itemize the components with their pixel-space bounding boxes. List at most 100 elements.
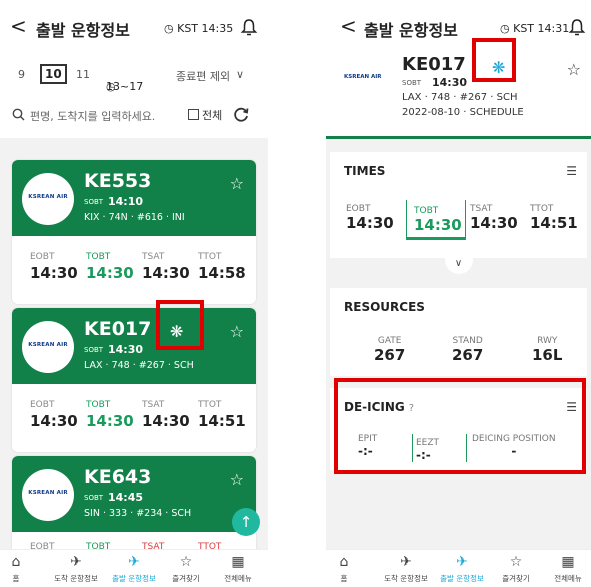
back-button[interactable]: < [340, 14, 357, 38]
flight-card-header: KSREAN AIR KE017 SOBT 14:30 LAX · 748 · … [12, 308, 256, 384]
nav-arrival[interactable]: ✈ 도착 운항정보 [381, 553, 431, 584]
eobt-col: EOBT 14:30 [30, 400, 78, 430]
refresh-icon[interactable] [232, 106, 250, 124]
page-title: 출발 운항정보 [364, 21, 458, 40]
nav-arrival-label: 도착 운항정보 [54, 574, 98, 583]
flight-route: KIX · 74N · #616 · INI [84, 212, 185, 223]
tsat-col: TSAT 14:30 [142, 400, 190, 430]
star-icon[interactable]: ☆ [230, 322, 244, 341]
chevron-down-icon[interactable]: ∨ [236, 68, 244, 81]
eobt-label: EOBT [30, 252, 55, 262]
list-search-icon[interactable]: ☰ [566, 164, 577, 178]
flight-card[interactable]: KSREAN AIR KE553 SOBT 14:10 KIX · 74N · … [12, 160, 256, 304]
stand-value: 267 [452, 346, 484, 364]
eobt-value: 14:30 [30, 412, 78, 430]
departure-list-screen: < 출발 운항정보 ◷ KST 14:35 9 10 11 ◷ 13~17 종료… [0, 0, 268, 587]
scroll-top-button[interactable]: ↑ [232, 508, 260, 536]
airline-logo: KSREAN AIR [22, 173, 74, 225]
ttot-value: 14:51 [198, 412, 246, 430]
grid-menu-icon: ▦ [561, 554, 575, 570]
resources-section: RESOURCES GATE 267 STAND 267 RWY 16L [330, 288, 587, 376]
flight-detail-screen: < 출발 운항정보 ◷ KST 14:31 KSREAN AIR KE017 S… [326, 0, 591, 587]
airline-logo-text: KSREAN AIR [28, 194, 68, 200]
rwy-value: 16L [532, 346, 563, 364]
airline-logo: KSREAN AIR [344, 74, 382, 80]
tobt-label: TOBT [86, 400, 111, 410]
departure-plane-icon: ✈ [128, 554, 140, 570]
clock-readout: ◷ KST 14:31 [500, 22, 569, 35]
grid-menu-icon: ▦ [231, 554, 245, 570]
tsat-label: TSAT [470, 204, 493, 214]
tobt-label: TOBT [414, 206, 439, 216]
search-input[interactable]: 편명, 도착지를 입력하세요. [30, 108, 155, 124]
airline-logo-text: KSREAN AIR [28, 490, 68, 496]
eobt-label: EOBT [346, 204, 371, 214]
ttot-value: 14:51 [530, 214, 578, 232]
tsat-label: TSAT [142, 252, 165, 262]
eobt-value: 14:30 [346, 214, 394, 232]
airline-logo: KSREAN AIR [22, 469, 74, 521]
nav-departure[interactable]: ✈ 출발 운항정보 [109, 553, 159, 584]
clock-readout: ◷ KST 14:35 [164, 22, 233, 35]
flight-card-header: KSREAN AIR KE553 SOBT 14:10 KIX · 74N · … [12, 160, 256, 236]
tobt-value: 14:30 [86, 412, 134, 430]
nav-departure-label: 출발 운항정보 [112, 574, 156, 583]
page-title: 출발 운항정보 [36, 21, 130, 40]
sobt-label: SOBT [84, 198, 104, 206]
ttot-label: TTOT [530, 204, 554, 214]
nav-menu[interactable]: ▦ 전체메뉴 [213, 553, 263, 584]
star-icon[interactable]: ☆ [567, 60, 581, 79]
ttot-label: TTOT [198, 252, 222, 262]
nav-departure[interactable]: ✈ 출발 운항정보 [437, 553, 487, 584]
nav-menu[interactable]: ▦ 전체메뉴 [543, 553, 591, 584]
eobt-value: 14:30 [30, 264, 78, 282]
ttot-col: TTOT 14:58 [198, 252, 246, 282]
bottom-nav: ⌂ 홈 ✈ 도착 운항정보 ✈ 출발 운항정보 ☆ 즐겨찾기 ▦ 전체메뉴 [0, 549, 268, 587]
highlight-box [334, 378, 586, 474]
tsat-value: 14:30 [142, 412, 190, 430]
back-button[interactable]: < [10, 14, 27, 38]
nav-home[interactable]: ⌂ 홈 [0, 553, 41, 584]
flight-summary: KSREAN AIR KE017 SOBT 14:30 LAX · 748 · … [326, 54, 591, 136]
ended-filter[interactable]: 종료편 제외 [176, 68, 230, 84]
nav-home[interactable]: ⌂ 홈 [326, 553, 369, 584]
nav-menu-label: 전체메뉴 [554, 574, 582, 583]
airline-logo: KSREAN AIR [22, 321, 74, 373]
eobt-label: EOBT [30, 400, 55, 410]
arrival-plane-icon: ✈ [70, 554, 82, 570]
nav-menu-label: 전체메뉴 [224, 574, 252, 583]
nav-arrival[interactable]: ✈ 도착 운항정보 [51, 553, 101, 584]
nav-departure-label: 출발 운항정보 [440, 574, 484, 583]
tsat-label: TSAT [142, 400, 165, 410]
star-icon: ☆ [179, 554, 193, 570]
date-next[interactable]: 11 [76, 68, 90, 81]
nav-favorites[interactable]: ☆ 즐겨찾기 [161, 553, 211, 584]
arrival-plane-icon: ✈ [400, 554, 412, 570]
date-selected[interactable]: 10 [40, 64, 67, 84]
clock-text: KST 14:31 [513, 22, 570, 35]
bell-icon[interactable] [568, 18, 586, 36]
nav-favorites[interactable]: ☆ 즐겨찾기 [491, 553, 541, 584]
search-icon [12, 108, 25, 121]
tobt-col: TOBT 14:30 [414, 206, 462, 234]
tobt-value: 14:30 [86, 264, 134, 282]
star-icon[interactable]: ☆ [230, 174, 244, 193]
sobt-value: 14:10 [108, 195, 144, 208]
date-prev[interactable]: 9 [18, 68, 25, 81]
flight-number: KE017 [402, 54, 466, 75]
all-checkbox[interactable] [188, 109, 199, 120]
star-icon[interactable]: ☆ [230, 470, 244, 489]
ttot-label: TTOT [198, 400, 222, 410]
time-range-text: 13~17 [106, 80, 144, 93]
section-title: RESOURCES [344, 300, 425, 314]
highlight-box [472, 38, 516, 82]
tobt-value: 14:30 [414, 216, 462, 234]
flight-card[interactable]: KSREAN AIR KE017 SOBT 14:30 LAX · 748 · … [12, 308, 256, 452]
home-icon: ⌂ [11, 554, 21, 570]
sobt-label: SOBT [402, 79, 422, 87]
bell-icon[interactable] [240, 18, 258, 36]
ttot-col: TTOT 14:51 [530, 204, 578, 232]
rwy-label: RWY [537, 336, 558, 346]
clock-icon: ◷ [164, 22, 174, 35]
ttot-value: 14:58 [198, 264, 246, 282]
